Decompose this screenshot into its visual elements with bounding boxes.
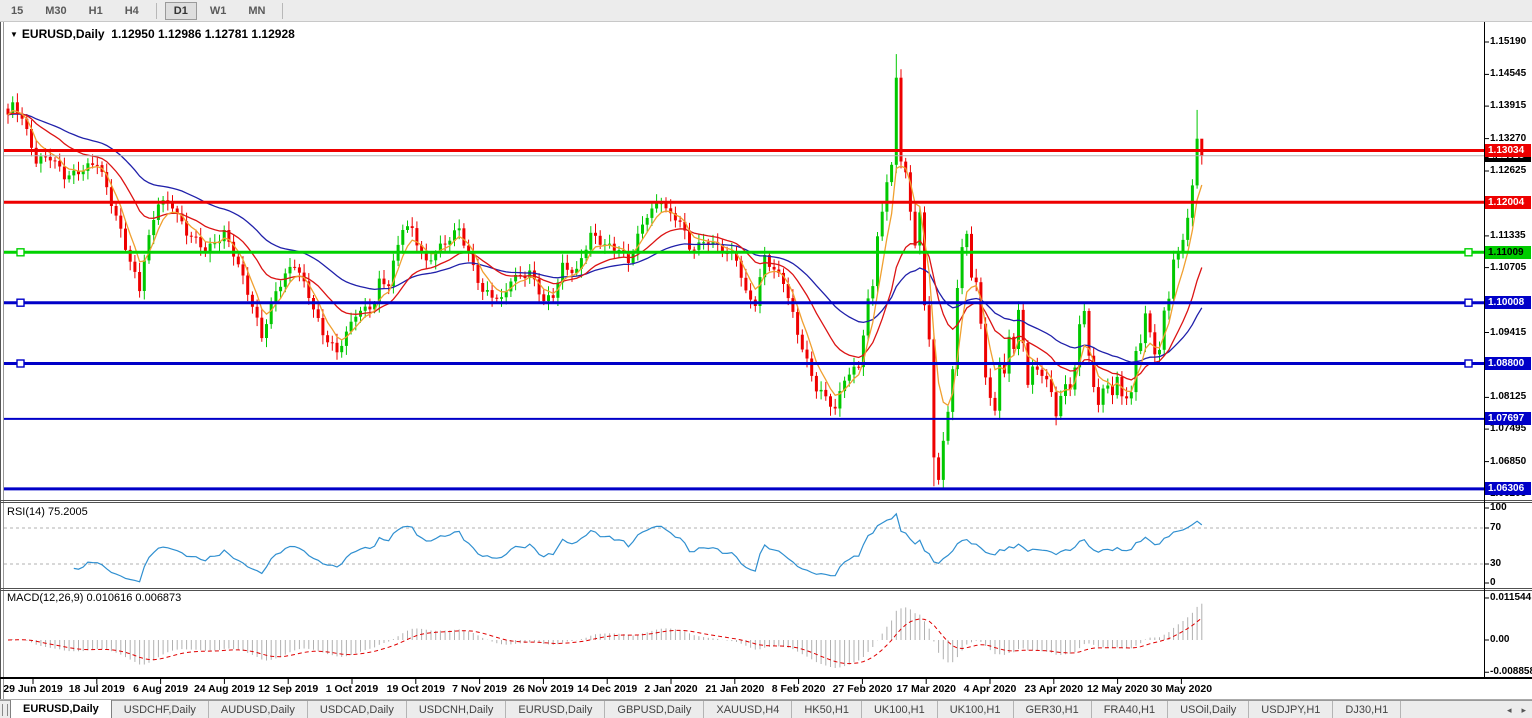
- date-axis-label: 6 Aug 2019: [133, 683, 188, 695]
- date-axis-label: 24 Aug 2019: [194, 683, 255, 695]
- hline-handle[interactable]: [1465, 299, 1472, 306]
- date-axis-label: 14 Dec 2019: [577, 683, 637, 695]
- chart-tab-uk100-h1[interactable]: UK100,H1: [862, 701, 938, 718]
- rsi-scale-label: 30: [1490, 558, 1501, 570]
- date-axis-label: 19 Oct 2019: [387, 683, 445, 695]
- date-axis-label: 18 Jul 2019: [69, 683, 125, 695]
- timeframe-button-m30[interactable]: M30: [36, 2, 75, 20]
- price-axis-label: 1.08125: [1490, 391, 1532, 403]
- chart-tab-usdcad-daily[interactable]: USDCAD,Daily: [308, 701, 407, 718]
- macd-scale-label: -0.008858: [1490, 666, 1532, 678]
- date-axis-label: 17 Mar 2020: [896, 683, 956, 695]
- date-axis-label: 21 Jan 2020: [705, 683, 764, 695]
- price-axis-label: 1.10705: [1490, 262, 1532, 274]
- rsi-label: RSI(14) 75.2005: [7, 506, 88, 518]
- rsi-scale-label: 0: [1490, 577, 1496, 589]
- tab-scroll-left-icon[interactable]: ◂: [1507, 705, 1512, 716]
- hline-handle[interactable]: [17, 299, 24, 306]
- chart-symbol: EURUSD,Daily: [22, 27, 105, 41]
- price-axis-label: 1.11335: [1490, 230, 1532, 242]
- date-axis-label: 12 May 2020: [1087, 683, 1148, 695]
- tab-scroll-right-icon[interactable]: ▸: [1521, 705, 1526, 716]
- mt4-window: 15M30 H1H4 D1W1MN ▼ EURUSD,Daily 1.12950 1.…: [0, 0, 1532, 718]
- timeframe-button-h4[interactable]: H4: [116, 2, 148, 20]
- price-level-box: 1.13034: [1485, 144, 1531, 157]
- chart-tab-ger30-h1[interactable]: GER30,H1: [1014, 701, 1092, 718]
- chart-tab-usoil-daily[interactable]: USOil,Daily: [1168, 701, 1249, 718]
- price-level-box: 1.11009: [1485, 246, 1531, 259]
- date-axis-label: 1 Oct 2019: [326, 683, 379, 695]
- chart-tab-usdcnh-daily[interactable]: USDCNH,Daily: [407, 701, 507, 718]
- date-axis-label: 4 Apr 2020: [964, 683, 1017, 695]
- hline-handle[interactable]: [1465, 360, 1472, 367]
- hline-handle[interactable]: [17, 360, 24, 367]
- rsi-scale-label: 70: [1490, 522, 1501, 534]
- date-axis-label: 8 Feb 2020: [772, 683, 826, 695]
- price-axis-label: 1.12625: [1490, 165, 1532, 177]
- chart-tab-hk50-h1[interactable]: HK50,H1: [792, 701, 862, 718]
- price-level-box: 1.12004: [1485, 196, 1531, 209]
- collapse-triangle-icon[interactable]: ▼: [10, 30, 18, 39]
- price-axis-label: 1.09415: [1490, 327, 1532, 339]
- price-axis-label: 1.15190: [1490, 36, 1532, 48]
- macd-histogram: [8, 604, 1202, 668]
- date-axis-label: 7 Nov 2019: [452, 683, 507, 695]
- chart-tab-uk100-h1[interactable]: UK100,H1: [938, 701, 1014, 718]
- macd-label: MACD(12,26,9) 0.010616 0.006873: [7, 592, 181, 604]
- date-axis-label: 23 Apr 2020: [1025, 683, 1084, 695]
- price-axis-label: 1.14545: [1490, 68, 1532, 80]
- timeframe-button-d1[interactable]: D1: [165, 2, 197, 20]
- chart-ohlc-values: 1.12950 1.12986 1.12781 1.12928: [111, 27, 295, 41]
- timeframe-button-mn[interactable]: MN: [239, 2, 274, 20]
- chart-tab-usdchf-daily[interactable]: USDCHF,Daily: [112, 701, 209, 718]
- timeframe-button-w1[interactable]: W1: [201, 2, 236, 20]
- price-level-box: 1.10008: [1485, 296, 1531, 309]
- hline-handle[interactable]: [1465, 249, 1472, 256]
- candlesticks: [7, 54, 1204, 489]
- price-axis-label: 1.13270: [1490, 133, 1532, 145]
- date-axis-label: 12 Sep 2019: [258, 683, 318, 695]
- date-axis-label: 2 Jan 2020: [644, 683, 697, 695]
- chart-tab-fra40-h1[interactable]: FRA40,H1: [1092, 701, 1168, 718]
- toolbar-separator: [156, 3, 157, 19]
- timeframe-button-15[interactable]: 15: [2, 2, 32, 20]
- date-axis-label: 30 May 2020: [1151, 683, 1212, 695]
- chart-title: ▼ EURUSD,Daily 1.12950 1.12986 1.12781 1.…: [10, 27, 295, 41]
- date-axis-label: 29 Jun 2019: [3, 683, 63, 695]
- rsi-line: [74, 514, 1202, 582]
- chart-tab-bar: EURUSD,DailyUSDCHF,DailyAUDUSD,DailyUSDC…: [0, 700, 1532, 718]
- toolbar-separator: [282, 3, 283, 19]
- chart-tab-dj30-h1[interactable]: DJ30,H1: [1333, 701, 1401, 718]
- macd-scale-label: 0.00: [1490, 634, 1509, 646]
- price-level-box: 1.08800: [1485, 357, 1531, 370]
- rsi-scale-label: 100: [1490, 502, 1507, 514]
- date-axis-label: 27 Feb 2020: [833, 683, 893, 695]
- chart-tab-audusd-daily[interactable]: AUDUSD,Daily: [209, 701, 308, 718]
- date-axis-label: 26 Nov 2019: [513, 683, 574, 695]
- timeframe-button-h1[interactable]: H1: [80, 2, 112, 20]
- price-axis-label: 1.06850: [1490, 456, 1532, 468]
- timeframe-toolbar: 15M30 H1H4 D1W1MN: [0, 0, 1532, 22]
- tabbar-grip: [2, 704, 8, 716]
- chart-tab-xauusd-h4[interactable]: XAUUSD,H4: [704, 701, 792, 718]
- tab-scroll-nav: ◂ ▸: [1507, 701, 1526, 718]
- macd-scale-label: 0.011544: [1490, 592, 1531, 604]
- chart-canvas[interactable]: [0, 0, 1532, 718]
- hline-handle[interactable]: [17, 249, 24, 256]
- price-axis-label: 1.13915: [1490, 100, 1532, 112]
- chart-tab-gbpusd-daily[interactable]: GBPUSD,Daily: [605, 701, 704, 718]
- price-level-box: 1.06306: [1485, 482, 1531, 495]
- chart-tab-eurusd-daily[interactable]: EURUSD,Daily: [10, 700, 112, 718]
- moving-averages: [8, 111, 1202, 406]
- price-level-box: 1.07697: [1485, 412, 1531, 425]
- chart-tab-eurusd-daily[interactable]: EURUSD,Daily: [506, 701, 605, 718]
- chart-tab-usdjpy-h1[interactable]: USDJPY,H1: [1249, 701, 1333, 718]
